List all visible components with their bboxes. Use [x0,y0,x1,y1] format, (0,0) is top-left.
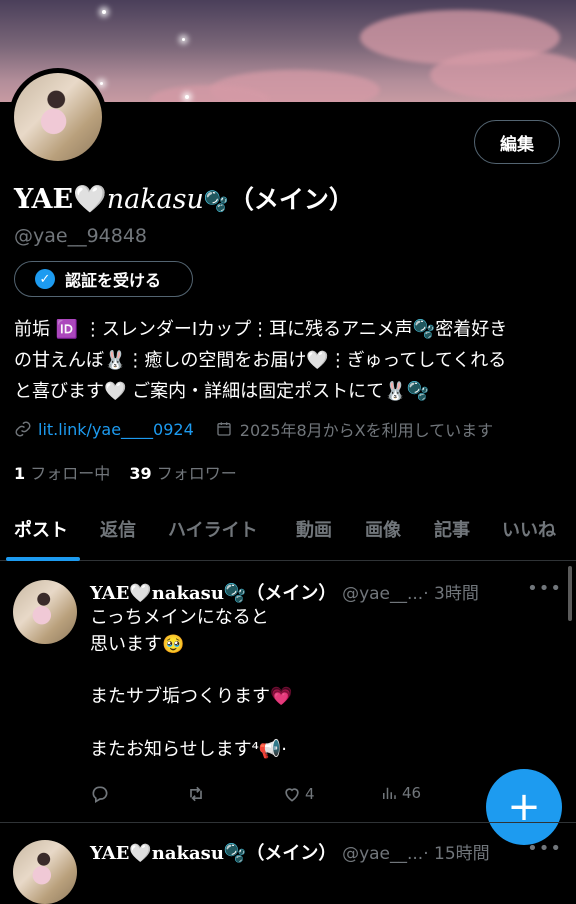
tab-highlights[interactable]: ハイライト [168,516,258,542]
bio-line: と喜びます🤍 ご案内・詳細は固定ポストにて🐰🫧 [14,381,429,402]
post-author-handle: @yae__... [342,844,424,864]
name-suffix: （メイン） [228,185,354,214]
views-button[interactable]: 46 [380,784,421,802]
reply-button[interactable] [90,784,110,804]
scrollbar[interactable] [568,566,572,621]
profile-handle: @yae__94848 [14,225,148,247]
post-time: · 15時間 [423,844,490,864]
retweet-icon [190,786,202,802]
name-plain: YAE [14,184,74,215]
calendar-icon [217,422,231,436]
post-line: 思います🥹 [90,633,185,655]
following-label: フォロー中 [30,464,111,483]
profile-link[interactable]: lit.link/yae____0924 [38,420,194,439]
reply-icon [92,786,108,803]
retweet-button[interactable] [186,784,206,804]
post-text: こっちメインになると 思います🥹 またサブ垢つくります💗 またお知らせします⁴📢… [90,605,560,763]
following-count: 1 [14,464,26,483]
post-time: · 3時間 [423,584,479,604]
post-avatar[interactable] [13,840,77,904]
post-header: YAE🤍nakasu🫧（メイン） @yae__...· 15時間 [90,839,490,865]
profile-avatar[interactable] [9,68,107,166]
verify-label: 認証を受ける [65,271,162,290]
get-verified-button[interactable]: ✓ 認証を受ける [14,261,193,297]
tab-images[interactable]: 画像 [365,516,401,542]
more-icon[interactable]: ••• [527,578,562,599]
views-icon [383,787,396,799]
bio-line: 前垢 🆔 ⋮スレンダーIカップ⋮耳に残るアニメ声🫧密着好き [14,319,508,340]
like-button[interactable]: 4 [282,784,315,804]
more-icon[interactable]: ••• [527,838,562,859]
followers-link[interactable]: 39 フォロワー [129,464,236,483]
profile-bio: 前垢 🆔 ⋮スレンダーIカップ⋮耳に残るアニメ声🫧密着好き の甘えんぼ🐰⋮癒しの… [14,314,566,407]
white-heart-icon: 🤍 [73,184,107,215]
post-header: YAE🤍nakasu🫧（メイン） @yae__...· 3時間 [90,579,479,605]
plus-icon: + [507,784,541,830]
profile-tabs: ポスト 返信 ハイライト 動画 画像 記事 いいね [0,510,576,561]
post-line: こっちメインになると [90,607,269,628]
post-line: またお知らせします⁴📢· [90,738,287,760]
profile-meta: lit.link/yae____0924 2025年8月からXを利用しています [14,417,493,441]
tab-videos[interactable]: 動画 [296,516,332,542]
link-icon [15,421,31,437]
post-actions: 4 46 [90,784,520,808]
post-author-handle: @yae__... [342,584,424,604]
bubbles-icon: 🫧 [203,189,229,213]
following-link[interactable]: 1 フォロー中 [14,464,110,483]
active-tab-indicator [6,557,80,561]
views-count: 46 [402,784,422,802]
tab-articles[interactable]: 記事 [434,516,470,542]
edit-profile-button[interactable]: 編集 [474,120,560,164]
post-line: またサブ垢つくります💗 [90,686,293,707]
post-author-name[interactable]: YAE🤍nakasu🫧（メイン） [90,583,336,604]
heart-icon [285,788,299,802]
post-avatar[interactable] [13,580,77,644]
tab-likes[interactable]: いいね [502,516,556,542]
tab-posts[interactable]: ポスト [14,516,68,542]
bio-line: の甘えんぼ🐰⋮癒しの空間をお届け🤍⋮ぎゅってしてくれる [14,350,507,371]
post-divider [0,822,576,823]
profile-name: YAE🤍nakasu🫧（メイン） [14,180,354,216]
verified-check-icon: ✓ [35,269,55,289]
post-author-name[interactable]: YAE🤍nakasu🫧（メイン） [90,843,336,864]
like-count: 4 [305,785,315,803]
name-italic: nakasu [106,184,204,215]
followers-count: 39 [129,464,152,483]
tab-replies[interactable]: 返信 [100,516,136,542]
compose-post-button[interactable]: + [486,769,562,845]
follow-stats: 1 フォロー中 39 フォロワー [14,460,237,484]
followers-label: フォロワー [156,464,237,483]
join-date: 2025年8月からXを利用しています [239,421,494,440]
